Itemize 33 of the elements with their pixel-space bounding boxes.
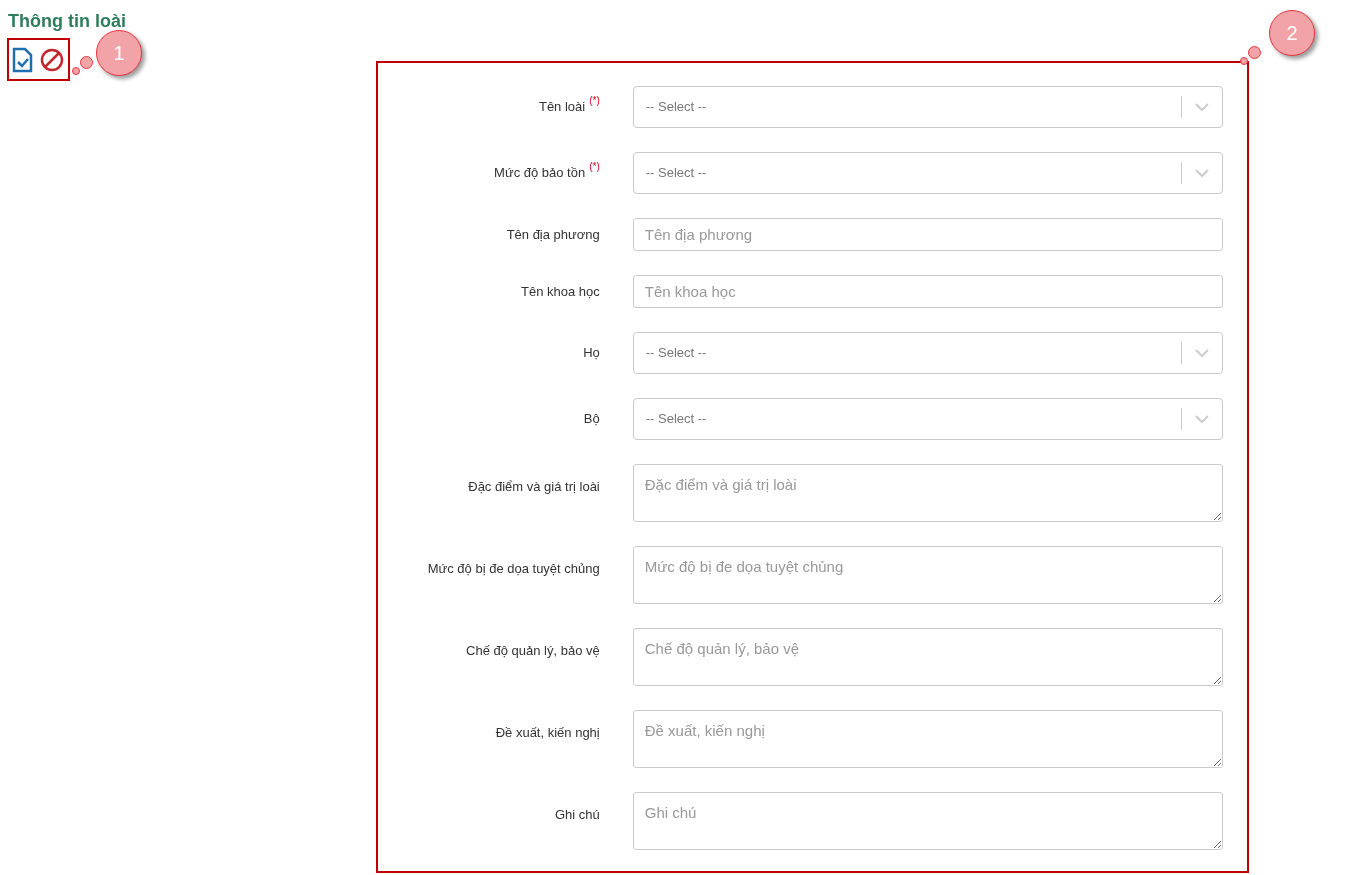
text-area[interactable]: Đặc điểm và giá trị loài	[632, 464, 1223, 522]
chevron-down-icon	[1195, 168, 1209, 178]
select-dropdown[interactable]: -- Select --	[632, 86, 1223, 128]
page-title: Thông tin loài	[8, 10, 126, 33]
text-area[interactable]: Chế độ quản lý, bảo vệ	[632, 628, 1223, 686]
field-label: Mức độ bảo tồn	[494, 164, 586, 183]
callout-bubble: 2	[1269, 10, 1315, 56]
select-dropdown[interactable]: -- Select --	[632, 152, 1223, 194]
required-mark: (*)	[589, 94, 600, 109]
field-label: Ghi chú	[554, 806, 600, 824]
field-label: Đặc điểm và giá trị loài	[468, 478, 600, 496]
text-input[interactable]: Tên khoa học	[632, 275, 1223, 308]
text-area[interactable]: Ghi chú	[632, 792, 1223, 850]
select-dropdown[interactable]: -- Select --	[632, 332, 1223, 374]
cancel-icon[interactable]	[40, 47, 64, 72]
document-check-icon[interactable]	[12, 46, 34, 73]
text-area[interactable]: Đề xuất, kiến nghị	[632, 710, 1223, 768]
chevron-down-icon	[1195, 414, 1209, 424]
field-label: Mức độ bị đe dọa tuyệt chủng	[427, 560, 600, 578]
field-label: Bộ	[583, 410, 600, 429]
required-mark: (*)	[589, 160, 600, 175]
chevron-down-icon	[1195, 102, 1209, 112]
text-area[interactable]: Mức độ bị đe dọa tuyệt chủng	[632, 546, 1223, 604]
select-dropdown[interactable]: -- Select --	[632, 398, 1223, 440]
field-label: Họ	[583, 344, 600, 363]
field-label: Tên địa phương	[506, 225, 600, 244]
field-label: Chế độ quản lý, bảo vệ	[466, 642, 600, 660]
text-input[interactable]: Tên địa phương	[632, 218, 1223, 251]
chevron-down-icon	[1195, 348, 1209, 358]
field-label: Tên loài	[538, 98, 586, 117]
callout-bubble: 1	[96, 30, 142, 76]
field-label: Tên khoa học	[520, 282, 600, 301]
field-label: Đề xuất, kiến nghị	[495, 724, 600, 742]
